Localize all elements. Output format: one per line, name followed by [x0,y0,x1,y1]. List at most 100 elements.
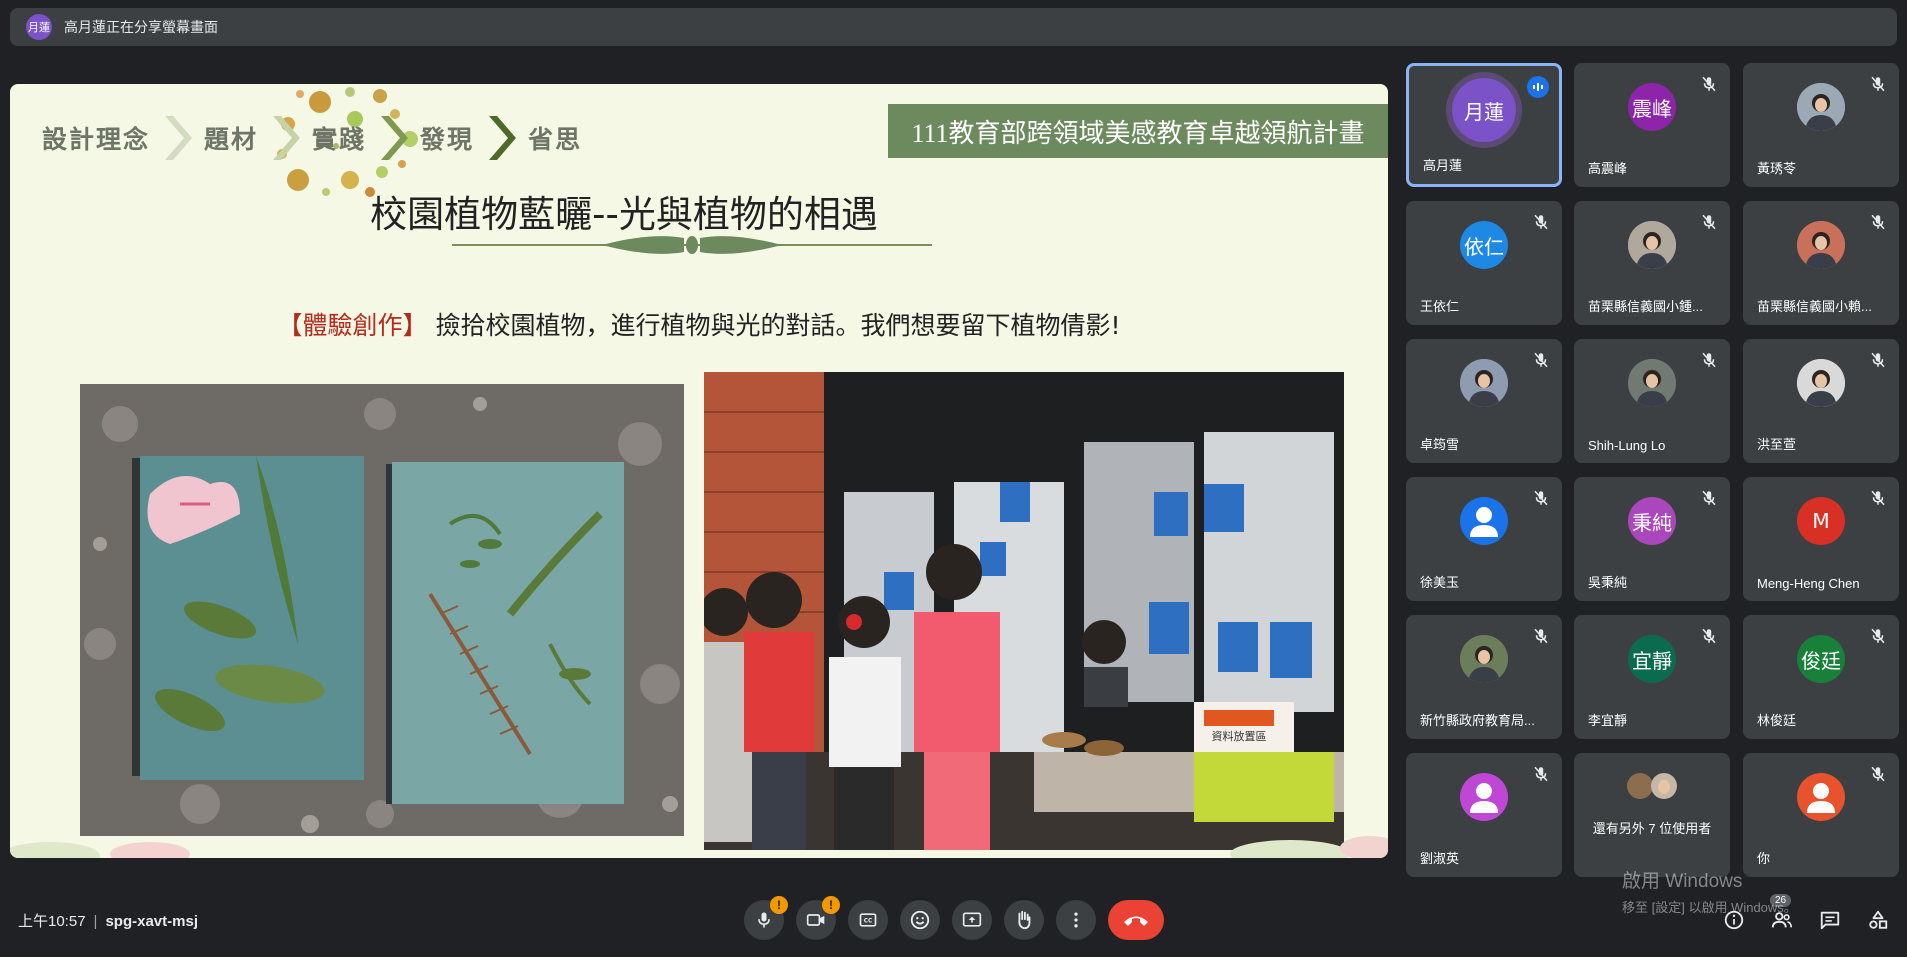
participant-name: 苗栗縣信義國小賴... [1757,299,1872,314]
mic-off-icon [1532,627,1550,645]
presenting-text: 高月蓮正在分享螢幕畫面 [64,19,218,35]
mic-off-icon [1532,213,1550,231]
mic-button[interactable]: ! [744,896,788,940]
camera-off-icon [806,914,825,926]
speaking-indicator-icon [1527,76,1549,98]
avatar-initials: 宜靜 [1632,648,1672,673]
captions-button[interactable]: CC [848,900,888,940]
mic-off-icon [1532,489,1550,507]
participant-name: 吳秉純 [1588,575,1628,590]
participant-tile[interactable]: 劉淑英 [1406,753,1562,877]
mic-off-icon [1700,213,1718,231]
participant-tile[interactable]: 徐美玉 [1406,477,1562,601]
subtitle-text: 撿拾校園植物，進行植物與光的對話。我們想要留下植物倩影! [427,311,1121,340]
participant-avatar [1628,221,1676,269]
crumb-topic: 題材 [204,125,259,154]
present-screen-button[interactable] [952,900,992,940]
participant-tile[interactable]: 苗栗縣信義國小鍾... [1574,201,1730,325]
present-icon [962,912,982,927]
mic-off-icon [1532,765,1550,783]
activities-icon [1869,910,1888,929]
participant-avatar [1460,635,1508,683]
mic-off-icon [1532,351,1550,369]
participant-avatar: M [1797,497,1845,545]
watermark-subtitle: 移至 [設定] 以啟用 Windows。 [1622,900,1797,915]
mic-off-icon [1700,351,1718,369]
hand-icon [1018,910,1031,930]
avatar-initials: 依仁 [1464,234,1504,259]
mic-off-icon [1700,75,1718,93]
slide-breadcrumbs: 設計理念 題材 實踐 發現 省思 [42,114,582,162]
chevron-right-icon [489,116,517,160]
participant-avatar [1797,83,1845,131]
participant-name: 卓筠雪 [1420,437,1460,452]
participant-name: 黃琇苓 [1757,161,1797,176]
avatar-initials: 震峰 [1632,96,1672,121]
participant-tile[interactable]: 宜靜李宜靜 [1574,615,1730,739]
avatar-initials: 月蓮 [1464,99,1504,124]
windows-activation-watermark: 啟用 Windows 移至 [設定] 以啟用 Windows。 [1622,866,1797,916]
watermark-title: 啟用 Windows [1622,871,1743,892]
title-divider [452,236,932,254]
participant-avatar [1797,773,1845,821]
participant-name: 苗栗縣信義國小鍾... [1588,299,1703,314]
chat-button[interactable] [1816,906,1844,934]
mic-off-icon [1700,627,1718,645]
more-options-button[interactable] [1056,900,1096,940]
cyanotype-prints-photo [80,384,684,836]
raise-hand-button[interactable] [1004,900,1044,940]
camera-button[interactable]: ! [796,896,840,940]
participant-tile[interactable]: 依仁王依仁 [1406,201,1562,325]
participant-tile[interactable]: 卓筠雪 [1406,339,1562,463]
mic-off-icon [1700,489,1718,507]
participant-tile[interactable]: 洪至萱 [1743,339,1899,463]
participant-avatar [1460,497,1508,545]
shared-screen: 設計理念 題材 實踐 發現 省思 111教育部跨領域美感教育卓越領航計畫 校園植… [10,84,1388,858]
emoji-icon [910,910,930,930]
participant-tile[interactable]: 你 [1743,753,1899,877]
reactions-button[interactable] [900,900,940,940]
presenter-avatar: 月蓮 [26,14,52,40]
participant-name: Shih-Lung Lo [1588,438,1666,453]
mic-off-icon [1869,75,1887,93]
participant-tile[interactable]: 新竹縣政府教育局... [1406,615,1562,739]
participant-name: 王依仁 [1420,299,1460,314]
participant-tile[interactable]: M Meng-Heng Chen [1743,477,1899,601]
participant-tile[interactable]: Shih-Lung Lo [1574,339,1730,463]
participant-tile[interactable]: 還有另外 7 位使用者 [1574,753,1730,877]
more-vert-icon [1074,912,1078,928]
mic-off-icon [1869,765,1887,783]
participant-tile[interactable]: 苗栗縣信義國小賴... [1743,201,1899,325]
crumb-practice: 實踐 [312,125,367,154]
avatar-initials: 秉純 [1632,510,1672,535]
participant-name: 林俊廷 [1757,713,1797,728]
participant-avatar [1460,773,1508,821]
participant-name: 李宜靜 [1588,713,1628,728]
chat-icon [1820,911,1840,930]
participant-tile[interactable]: 黃琇苓 [1743,63,1899,187]
mic-off-icon [1869,489,1887,507]
chevron-right-icon [165,116,193,160]
chevron-right-icon [273,116,301,160]
leave-call-button[interactable] [1108,900,1164,940]
participant-name: 你 [1757,851,1771,866]
crumb-discovery: 發現 [420,125,475,154]
activities-button[interactable] [1864,906,1892,934]
mic-off-icon [1869,213,1887,231]
participant-avatar [1797,359,1845,407]
participant-tile[interactable]: 月蓮 高月蓮 [1406,63,1562,187]
captions-icon: CC [859,913,877,927]
meeting-info: 上午10:57 | spg-xavt-msj [18,913,198,930]
participant-tile[interactable]: 秉純吳秉純 [1574,477,1730,601]
participant-tile[interactable]: 震峰 高震峰 [1574,63,1730,187]
participant-avatar [1460,359,1508,407]
svg-text:CC: CC [864,919,873,925]
participant-tile[interactable]: 俊廷 林俊廷 [1743,615,1899,739]
crumb-reflection: 省思 [528,125,583,154]
participant-avatar [1628,359,1676,407]
chevron-right-icon [381,116,409,160]
participant-avatar: 依仁 [1460,221,1508,269]
participant-avatar [1797,221,1845,269]
mic-warning-badge: ! [770,896,788,914]
participant-avatar: 月蓮 [1452,78,1516,142]
